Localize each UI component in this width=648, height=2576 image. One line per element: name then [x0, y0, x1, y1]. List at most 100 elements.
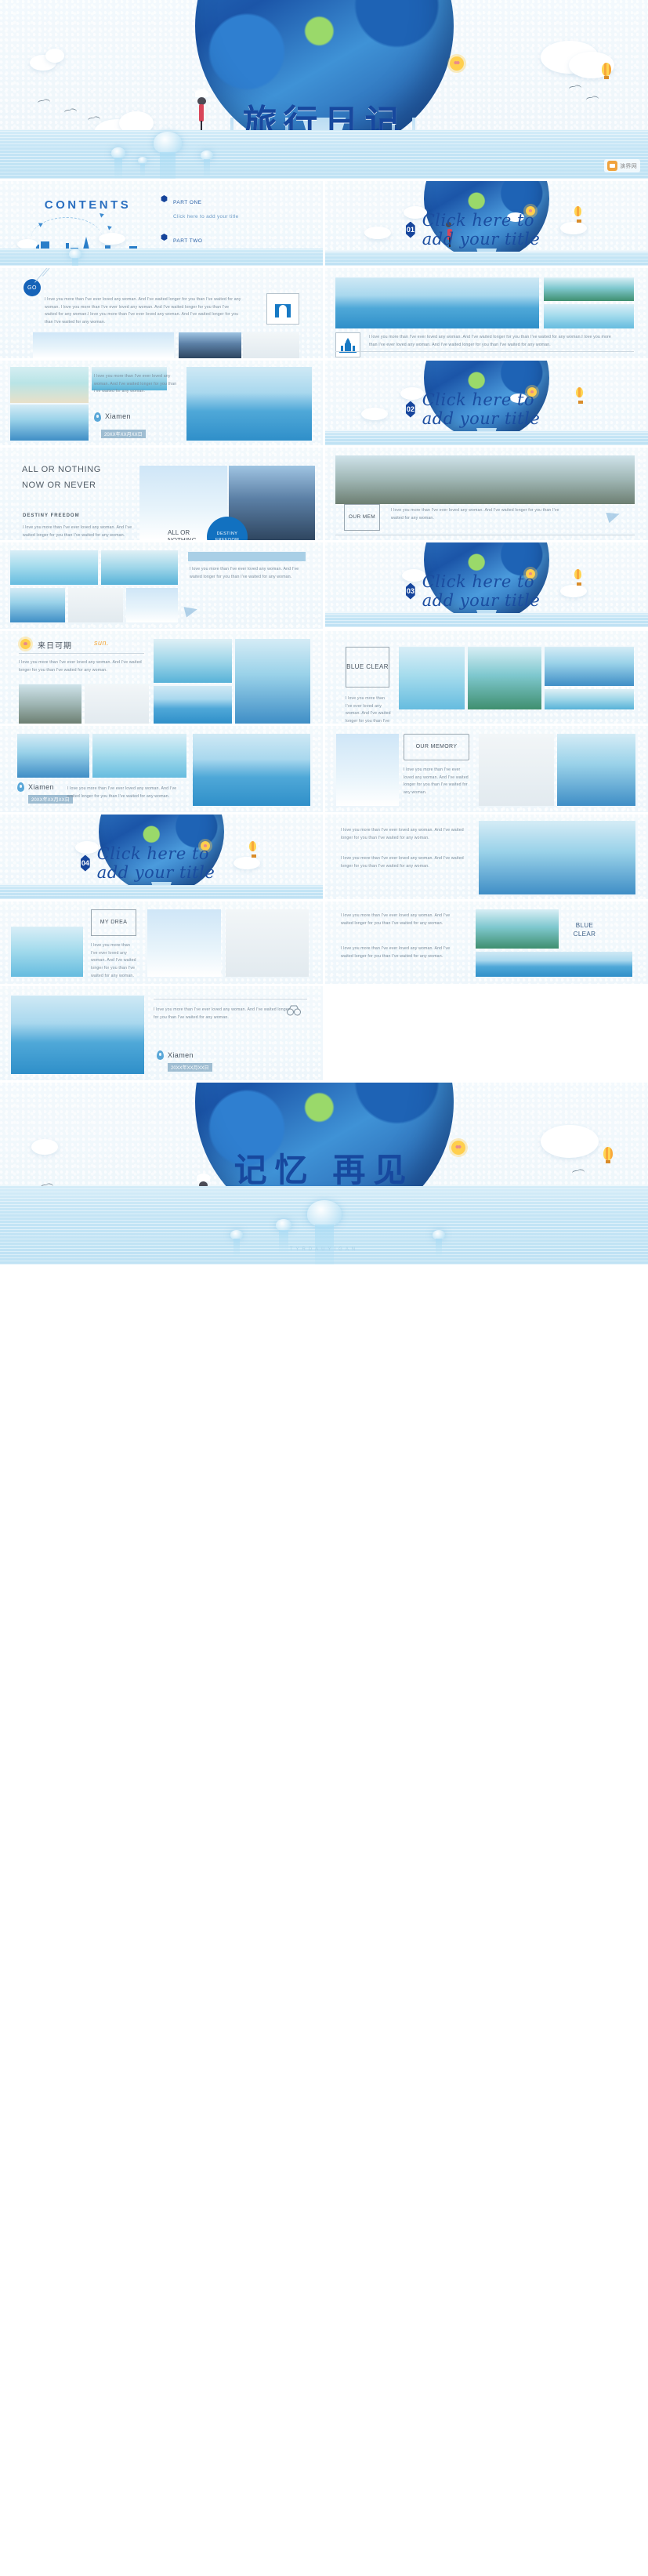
slide-blue-clear: BLUE CLEAR I love you more than I've eve… — [325, 631, 648, 724]
contents-item[interactable]: PART ONE Click here to add your title — [161, 194, 317, 222]
divider-title[interactable]: Click here to add your title — [422, 390, 567, 428]
location-pin-icon — [94, 412, 101, 422]
go-badge[interactable]: GO — [24, 279, 41, 296]
sun-word: sun. — [94, 639, 110, 647]
photo — [154, 639, 232, 683]
divider-title[interactable]: Click here to add your title — [422, 211, 567, 249]
photo — [545, 689, 634, 709]
quote-line-1: ALL OR NOTHING — [22, 465, 101, 474]
quote-line-2: NOW OR NEVER — [22, 481, 96, 490]
divider-title[interactable]: Click here to add your title — [422, 572, 567, 610]
note-header-bar — [188, 552, 306, 561]
subhead: DESTINY FREEDOM — [23, 513, 80, 518]
photo — [92, 734, 186, 778]
cloud-icon — [361, 408, 388, 420]
jellyfish-icon — [154, 132, 182, 179]
photo — [19, 684, 81, 724]
hot-air-balloon-icon — [602, 63, 611, 79]
photo — [126, 588, 178, 622]
divider-title-row: 04 Click here to add your title — [81, 844, 242, 882]
body-paragraph: I love you more than I've ever loved any… — [404, 767, 469, 795]
place-date: 20XX年XX月XX日 — [28, 795, 73, 804]
body-paragraph: I love you more than I've ever loved any… — [19, 660, 142, 673]
jellyfish-icon — [307, 1200, 342, 1264]
watermark-logo-icon — [607, 161, 618, 171]
cn-title: 来日可期 — [38, 642, 72, 651]
contents-graphic: CONTENTS — [6, 198, 155, 262]
sea-band — [0, 1186, 648, 1264]
body-paragraph: I love you more than I've ever loved any… — [45, 297, 241, 325]
jellyfish-icon — [230, 1230, 243, 1258]
our-memory-label: OUR MEMORY — [404, 734, 469, 760]
taj-mahal-icon-frame — [335, 332, 360, 357]
photo — [226, 909, 309, 977]
photo — [10, 367, 89, 403]
slide-xiamen-2: Xiamen 20XX年XX月XX日 I love you more than … — [0, 726, 323, 812]
blue-clear-label: BLUE CLEAR — [346, 647, 389, 688]
blue-clear-label: BLUE CLEAR — [573, 922, 596, 938]
photo — [335, 455, 635, 504]
slide-gallery-note: I love you more than I've ever loved any… — [0, 542, 323, 629]
place-name: Xiamen — [168, 1051, 194, 1059]
divider-number: 03 — [406, 582, 415, 600]
our-mem-label: OUR MEM — [344, 504, 380, 531]
photo — [10, 405, 89, 441]
photo — [468, 647, 541, 709]
divider-number: 02 — [406, 401, 415, 418]
divider-title[interactable]: Click here to add your title — [97, 844, 242, 882]
arch-icon-frame — [266, 293, 299, 325]
photo — [10, 588, 65, 622]
bullet-icon — [161, 195, 168, 202]
body-paragraph: I love you more than I've ever loved any… — [341, 913, 451, 926]
slide-future-days: 来日可期 sun. I love you more than I've ever… — [0, 631, 323, 724]
slide-blue-clear-2: I love you more than I've ever loved any… — [325, 902, 648, 984]
photo — [101, 550, 178, 585]
location-pin-icon — [157, 1050, 164, 1060]
slide-cover: 旅行日记 TRAVEL DIARY 演界网 — [0, 0, 648, 179]
slide-sea-gallery: I love you more than I've ever loved any… — [325, 268, 648, 358]
body-paragraph: I love you more than I've ever loved any… — [94, 374, 177, 394]
slide-end: 记忆 再见 TYRDAUYIGAN — [0, 1083, 648, 1264]
photo — [544, 278, 634, 301]
body-paragraph: I love you more than I've ever loved any… — [391, 508, 559, 521]
photo — [479, 821, 635, 894]
plane-icon — [107, 224, 113, 230]
body-paragraph: I love you more than I've ever loved any… — [369, 335, 611, 347]
my-dream-label: MY DREA — [91, 909, 136, 936]
sea-band — [325, 613, 648, 627]
photo — [11, 996, 144, 1074]
paper-plane-icon — [606, 508, 621, 524]
place-date: 20XX年XX月XX日 — [168, 1063, 212, 1072]
sea-band — [0, 885, 323, 899]
end-subtitle: TYRDAUYIGAN — [289, 1247, 359, 1252]
photo-overlay-text: ALL ORNOTHING — [168, 529, 197, 540]
contents-item-part: PART ONE — [173, 200, 202, 205]
hot-air-balloon-icon — [574, 206, 581, 223]
sun-icon — [450, 56, 464, 71]
photo — [399, 647, 465, 709]
divider-title-row: 03 Click here to add your title — [406, 572, 567, 610]
slide-xiamen: I love you more than I've ever loved any… — [0, 361, 323, 445]
cloud-icon — [99, 233, 125, 245]
photo — [85, 684, 149, 724]
jellyfish-icon — [201, 151, 213, 179]
photo — [476, 909, 559, 949]
contents-item-desc: Click here to add your title — [173, 214, 239, 220]
binoculars-icon — [287, 1005, 301, 1016]
bullet-icon — [161, 234, 168, 241]
contents-heading: CONTENTS — [44, 198, 132, 212]
slide-divider-01: 01 Click here to add your title Click he… — [325, 181, 648, 266]
hot-air-balloon-icon — [574, 569, 581, 586]
jellyfish-icon — [138, 157, 147, 178]
slide-blank — [325, 986, 648, 1080]
body-paragraph: I love you more than I've ever loved any… — [23, 525, 132, 538]
slide-contents: CONTENTS PART ONE Click here to add your… — [0, 181, 323, 266]
slide-all-or-nothing: ALL OR NOTHING NOW OR NEVER DESTINY FREE… — [0, 448, 323, 540]
body-paragraph: I love you more than I've ever loved any… — [341, 856, 464, 869]
photo — [10, 550, 98, 585]
body-paragraph: I love you more than I've ever loved any… — [154, 1007, 290, 1020]
body-paragraph: I love you more than I've ever loved any… — [67, 786, 177, 799]
photo — [193, 734, 310, 806]
body-paragraph: I love you more than I've ever loved any… — [341, 828, 464, 840]
photo — [17, 734, 89, 778]
